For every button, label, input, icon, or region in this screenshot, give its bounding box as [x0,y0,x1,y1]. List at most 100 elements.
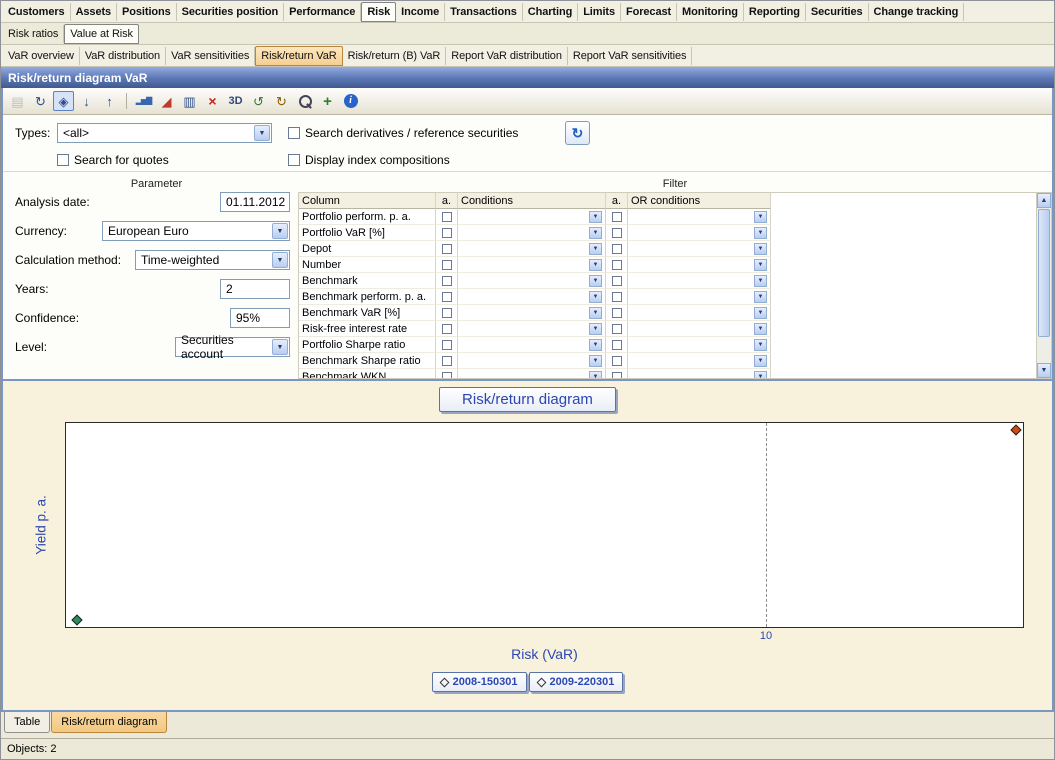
info-icon[interactable]: i [340,91,361,111]
2008-150301[interactable]: 2008-150301 [432,672,527,692]
dropdown-arrow-icon[interactable]: ▼ [754,275,767,287]
or-condition-dropdown[interactable]: ▼ [628,209,771,225]
menu-tab[interactable]: Customers [3,3,71,21]
types-select[interactable]: <all> ▼ [57,123,272,143]
conditions-header[interactable]: Conditions [458,193,606,209]
level-select[interactable]: Securities account ▼ [175,337,290,357]
sort-descending-icon[interactable]: ↓ [76,91,97,111]
and-checkbox[interactable] [442,356,452,366]
var-tab[interactable]: Report VaR sensitivities [568,47,693,65]
var-tab[interactable]: Risk/return (B) VaR [343,47,447,65]
menu-tab[interactable]: Securities position [177,3,285,21]
dropdown-arrow-icon[interactable]: ▼ [754,355,767,367]
3d-toggle-button[interactable]: 3D [225,91,246,111]
dropdown-arrow-icon[interactable]: ▼ [254,125,270,141]
and-header[interactable]: a. [436,193,458,209]
or-condition-dropdown[interactable]: ▼ [628,257,771,273]
diagram-view-icon[interactable]: ◈ [53,91,74,111]
dropdown-arrow-icon[interactable]: ▼ [754,371,767,380]
column-header[interactable]: Column [299,193,436,209]
and-checkbox[interactable] [442,292,452,302]
condition-dropdown[interactable]: ▼ [458,257,606,273]
dropdown-arrow-icon[interactable]: ▼ [589,275,602,287]
data-point[interactable] [71,614,82,625]
dropdown-arrow-icon[interactable]: ▼ [589,371,602,380]
report-icon[interactable]: ▥ [179,91,200,111]
and-checkbox[interactable] [442,372,452,380]
scroll-up-button[interactable]: ▲ [1037,193,1051,208]
and-checkbox[interactable] [442,228,452,238]
zoom-icon[interactable] [294,91,315,111]
menu-tab[interactable]: Income [396,3,445,21]
dropdown-arrow-icon[interactable]: ▼ [754,339,767,351]
or-condition-dropdown[interactable]: ▼ [628,321,771,337]
dropdown-arrow-icon[interactable]: ▼ [589,323,602,335]
years-input[interactable]: 2 [220,279,290,299]
dropdown-arrow-icon[interactable]: ▼ [754,307,767,319]
risk-sub-tab[interactable]: Risk ratios [3,25,64,43]
dropdown-arrow-icon[interactable]: ▼ [272,223,288,239]
and-checkbox[interactable] [442,260,452,270]
or-checkbox[interactable] [612,292,622,302]
dropdown-arrow-icon[interactable]: ▼ [589,243,602,255]
and-header-2[interactable]: a. [606,193,628,209]
condition-dropdown[interactable]: ▼ [458,321,606,337]
dropdown-arrow-icon[interactable]: ▼ [754,291,767,303]
confidence-input[interactable]: 95% [230,308,290,328]
chart-title-button[interactable]: Risk/return diagram [439,387,616,412]
index-compositions-checkbox[interactable] [288,154,300,166]
risk-sub-tab[interactable]: Value at Risk [64,24,139,44]
menu-tab[interactable]: Securities [806,3,869,21]
currency-select[interactable]: European Euro ▼ [102,221,290,241]
condition-dropdown[interactable]: ▼ [458,353,606,369]
dropdown-arrow-icon[interactable]: ▼ [589,355,602,367]
scroll-down-button[interactable]: ▼ [1037,363,1051,378]
var-tab[interactable]: Report VaR distribution [446,47,568,65]
menu-tab[interactable]: Charting [523,3,578,21]
condition-dropdown[interactable]: ▼ [458,369,606,379]
or-checkbox[interactable] [612,308,622,318]
condition-dropdown[interactable]: ▼ [458,209,606,225]
and-checkbox[interactable] [442,324,452,334]
or-checkbox[interactable] [612,276,622,286]
menu-tab[interactable]: Reporting [744,3,806,21]
or-condition-dropdown[interactable]: ▼ [628,225,771,241]
or-checkbox[interactable] [612,340,622,350]
reset-view-icon[interactable]: ↻ [271,91,292,111]
benchmark-chart-icon[interactable]: ◢ [156,91,177,111]
dropdown-arrow-icon[interactable]: ▼ [272,252,288,268]
dropdown-arrow-icon[interactable]: ▼ [754,259,767,271]
sort-ascending-icon[interactable]: ↑ [99,91,120,111]
add-icon[interactable]: + [317,91,338,111]
var-tab[interactable]: VaR overview [3,47,80,65]
dropdown-arrow-icon[interactable]: ▼ [754,243,767,255]
menu-tab[interactable]: Positions [117,3,177,21]
and-checkbox[interactable] [442,244,452,254]
or-checkbox[interactable] [612,244,622,254]
scrollbar-track[interactable] [1037,338,1051,363]
and-checkbox[interactable] [442,276,452,286]
dropdown-arrow-icon[interactable]: ▼ [589,227,602,239]
or-condition-dropdown[interactable]: ▼ [628,369,771,379]
menu-tab[interactable]: Risk [361,2,396,22]
rotate-icon[interactable]: ↺ [248,91,269,111]
or-checkbox[interactable] [612,356,622,366]
menu-tab[interactable]: Performance [284,3,361,21]
or-checkbox[interactable] [612,212,622,222]
dropdown-arrow-icon[interactable]: ▼ [589,307,602,319]
dropdown-arrow-icon[interactable]: ▼ [754,227,767,239]
or-checkbox[interactable] [612,228,622,238]
refresh-icon[interactable]: ↻ [30,91,51,111]
and-checkbox[interactable] [442,308,452,318]
or-condition-dropdown[interactable]: ▼ [628,289,771,305]
or-condition-dropdown[interactable]: ▼ [628,337,771,353]
var-tab[interactable]: VaR distribution [80,47,166,65]
bar-chart-icon[interactable]: ▂▅▇ [133,91,154,111]
condition-dropdown[interactable]: ▼ [458,289,606,305]
or-condition-dropdown[interactable]: ▼ [628,241,771,257]
and-checkbox[interactable] [442,340,452,350]
condition-dropdown[interactable]: ▼ [458,225,606,241]
data-point[interactable] [1011,424,1022,435]
var-tab[interactable]: Risk/return VaR [255,46,342,66]
search-derivatives-checkbox[interactable] [288,127,300,139]
